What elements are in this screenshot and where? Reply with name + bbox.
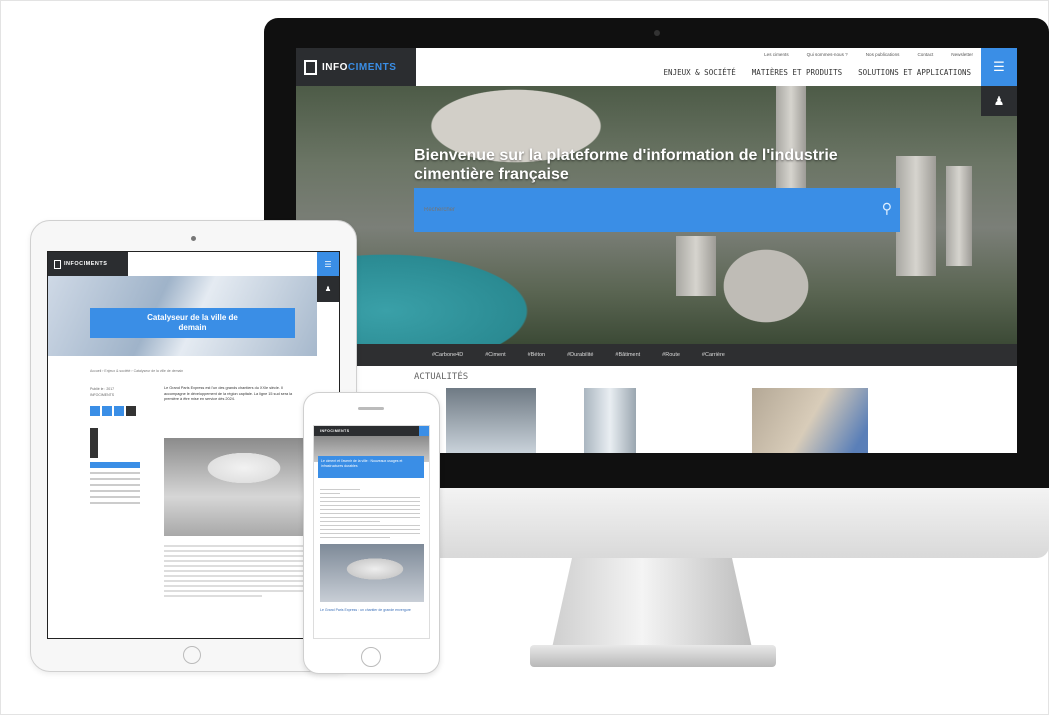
imac-base (530, 645, 776, 667)
tag-bar: #Carbone4D #Ciment #Béton #Durabilité #B… (296, 344, 1017, 366)
article-title-banner: Catalyseur de la ville de demain (90, 308, 295, 338)
email-icon[interactable] (126, 406, 136, 416)
menu-button[interactable]: ☰ (981, 48, 1017, 86)
nav-item-solutions[interactable]: SOLUTIONS ET APPLICATIONS (858, 68, 971, 77)
related-link[interactable] (90, 502, 140, 504)
article-sidebar: Publié le : 2017 INFOCIMENTS (90, 386, 150, 508)
logo-text-part1: INFO (322, 61, 348, 73)
nav-item-enjeux[interactable]: ENJEUX & SOCIÉTÉ (664, 68, 736, 77)
hero-title: Bienvenue sur la plateforme d'informatio… (414, 146, 894, 184)
logo-text-part1: INFO (64, 261, 80, 267)
hamburger-icon: ☰ (324, 259, 332, 269)
main-nav: ENJEUX & SOCIÉTÉ MATIÈRES ET PRODUITS SO… (664, 68, 971, 77)
site-logo[interactable]: INFOCIMENTS (296, 48, 416, 86)
user-icon: ♟ (993, 94, 1005, 108)
related-heading (90, 462, 140, 468)
tag-link[interactable]: #Carrière (702, 352, 725, 358)
article-title-banner: Le ciment et l'avenir de la ville : Nouv… (318, 456, 424, 478)
site-logo[interactable]: INFOCIMENTS (320, 429, 350, 433)
article-photo (320, 544, 424, 602)
camera-icon (191, 236, 196, 241)
article-title-line1: Catalyseur de la ville de (147, 313, 238, 322)
speaker-icon (358, 407, 384, 410)
menu-button[interactable] (419, 426, 429, 436)
related-link[interactable] (90, 472, 140, 474)
util-link-about[interactable]: Qui sommes-nous ? (807, 52, 848, 57)
tag-link[interactable]: #Bâtiment (615, 352, 640, 358)
imac-stand (552, 558, 752, 648)
logo-mark-icon (54, 259, 61, 269)
news-thumbnail[interactable] (752, 388, 868, 453)
search-input[interactable] (424, 204, 864, 216)
article-body (320, 486, 420, 541)
related-link[interactable] (90, 478, 140, 480)
utility-nav: Les ciments Qui sommes-nous ? Nos public… (764, 52, 973, 57)
phone-header: INFOCIMENTS (314, 426, 429, 436)
news-thumbnail[interactable] (584, 388, 636, 453)
phone-screen: INFOCIMENTS Le ciment et l'avenir de la … (313, 425, 430, 639)
silo-image (946, 166, 972, 266)
building-image (676, 236, 716, 296)
tag-link[interactable]: #Béton (528, 352, 545, 358)
camera-icon (654, 30, 660, 36)
article-body (164, 542, 304, 600)
hero-title-line2: cimentière française (414, 166, 569, 183)
breadcrumb[interactable]: Accueil › Enjeux & société › Catalyseur … (90, 369, 183, 373)
tag-link[interactable]: #Durabilité (567, 352, 593, 358)
tablet-header: INFOCIMENTS ☰ (48, 252, 339, 276)
hamburger-icon: ☰ (993, 59, 1005, 74)
social-share (90, 406, 150, 416)
logo-mark-icon (304, 59, 317, 75)
related-link[interactable] (90, 490, 140, 492)
util-link-ciments[interactable]: Les ciments (764, 52, 789, 57)
logo-text-part2: CIMENTS (79, 261, 108, 267)
article-author: INFOCIMENTS (90, 393, 115, 397)
nav-item-matieres[interactable]: MATIÈRES ET PRODUITS (752, 68, 842, 77)
tag-link[interactable]: #Carbone4D (432, 352, 463, 358)
util-link-newsletter[interactable]: Newsletter (951, 52, 973, 57)
facebook-icon[interactable] (90, 406, 100, 416)
user-icon: ♟ (324, 286, 332, 293)
article-title-line2: demain (178, 323, 207, 332)
article-link[interactable]: Le Grand Paris Express : un chantier de … (320, 608, 424, 613)
article-photo (164, 438, 304, 536)
news-thumbnail[interactable] (446, 388, 536, 453)
util-link-contact[interactable]: Contact (917, 52, 933, 57)
util-link-publications[interactable]: Nos publications (866, 52, 900, 57)
tag-link[interactable]: #Route (662, 352, 680, 358)
logo-text-part2: CIMENTS (347, 61, 397, 73)
menu-button[interactable]: ☰ (317, 252, 339, 276)
related-link[interactable] (90, 496, 140, 498)
home-button[interactable] (361, 647, 381, 667)
phone: INFOCIMENTS Le ciment et l'avenir de la … (303, 392, 440, 674)
account-button[interactable]: ♟ (317, 276, 339, 302)
site-logo[interactable]: INFOCIMENTS (48, 252, 128, 276)
silo-image (896, 156, 936, 276)
hero-section: Bienvenue sur la plateforme d'informatio… (296, 86, 1017, 344)
hero-title-line1: Bienvenue sur la plateforme d'informatio… (414, 147, 838, 164)
account-button[interactable]: ♟ (981, 86, 1017, 116)
hero-search-bar: ⚲ (414, 188, 900, 232)
desktop-header: INFOCIMENTS Les ciments Qui sommes-nous … (296, 48, 1017, 86)
related-link[interactable] (90, 484, 140, 486)
related-links (90, 462, 150, 504)
home-button[interactable] (183, 646, 201, 664)
tablet-screen: INFOCIMENTS ☰ ♟ Catalyseur de la ville d… (47, 251, 340, 639)
search-icon[interactable]: ⚲ (882, 200, 892, 217)
twitter-icon[interactable] (102, 406, 112, 416)
article-intro: Le Grand Paris Express est l'un des gran… (164, 386, 293, 401)
font-size-control[interactable] (90, 428, 98, 458)
news-heading: ACTUALITÉS (414, 372, 469, 382)
tag-link[interactable]: #Ciment (485, 352, 505, 358)
linkedin-icon[interactable] (114, 406, 124, 416)
